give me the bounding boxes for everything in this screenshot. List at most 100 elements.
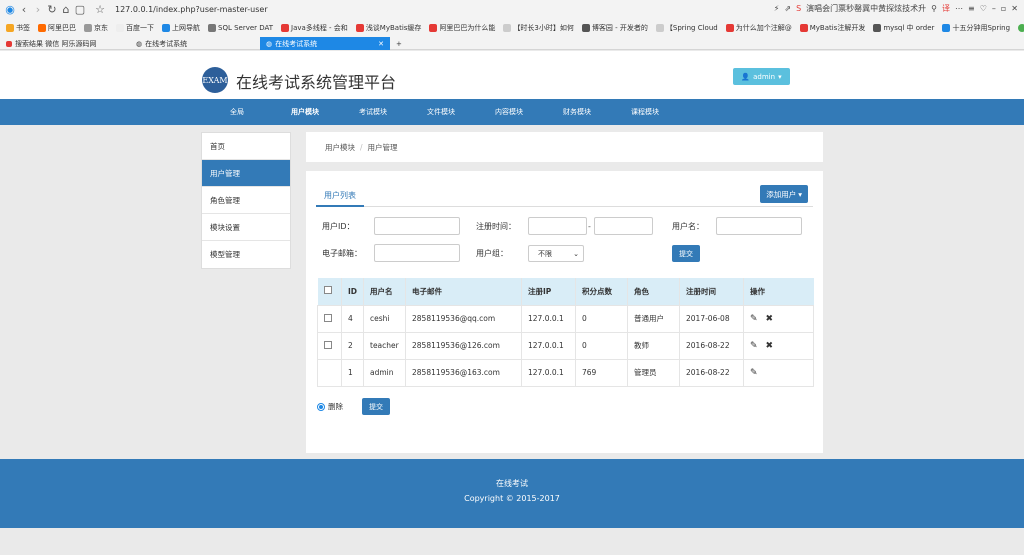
cell-actions: ✎ [743,358,814,387]
col-points: 积分点数 [575,278,628,305]
edit-icon[interactable]: ✎ [750,341,758,351]
table-row: 4 ceshi 2858119536@qq.com 127.0.0.1 0 普通… [317,304,814,333]
browser-logo-icon: ◉ [5,3,15,16]
bookmark-item[interactable]: MyBatis注解开发 [799,23,865,33]
bookmark-item[interactable]: 京东 [84,23,108,33]
tab-strip: 搜索结果 微信 阿乐源码网 ◍ 在线考试系统 ◍ 在线考试系统 ✕ + [0,36,1024,50]
nav-global[interactable]: 全局 [203,99,271,125]
url-field[interactable]: 127.0.0.1/index.php?user-master-user [115,5,268,14]
site-icon [725,24,734,32]
lightning-icon[interactable]: ⚡ [774,4,780,13]
close-tab-icon[interactable]: ✕ [378,40,384,48]
site-icon [116,24,124,32]
bookmark-item[interactable]: 浅谈MyBatis缓存 [355,23,421,33]
bookmark-item[interactable]: mysql 中 order [873,23,934,33]
site-icon [38,24,46,32]
close-window-icon[interactable]: ✕ [1011,4,1018,13]
menu-icon[interactable]: ≡ [968,4,975,13]
shield-icon[interactable]: ♡ [980,4,987,13]
bulk-submit-button[interactable]: 提交 [362,398,390,415]
nav-course-module[interactable]: 课程模块 [611,99,679,125]
sidebar-item-home[interactable]: 首页 [202,133,290,160]
delete-radio[interactable]: 删除 [317,401,343,412]
edit-icon[interactable]: ✎ [750,368,758,378]
bookmark-item[interactable]: 十五分钟用Spring [942,23,1010,33]
cell-id: 2 [341,331,364,360]
minimize-icon[interactable]: – [992,4,996,13]
user-group-label: 用户组： [476,249,508,258]
edit-icon[interactable]: ✎ [750,314,758,324]
bookmark-item[interactable]: 阿里巴巴为什么能 [429,23,495,33]
tab-list-icon[interactable]: ▢ [73,3,87,16]
bookmark-item[interactable]: 上网导航 [162,23,200,33]
email-input[interactable] [374,244,460,262]
nav-file-module[interactable]: 文件模块 [407,99,475,125]
search-text[interactable]: 演唱会门票秒罄冀中黄探炫技术升级 [806,3,926,14]
sidebar-item-user-management[interactable]: 用户管理 [202,160,290,187]
back-icon[interactable]: ‹ [17,3,31,16]
share-icon[interactable]: ⇗ [784,4,791,13]
sidebar-item-model-management[interactable]: 模型管理 [202,241,290,268]
reload-icon[interactable]: ↻ [45,3,59,16]
bookmark-item[interactable]: 博客园 - 开发者的 [581,23,648,33]
translate-icon[interactable]: 译 [942,3,950,14]
bookmark-item[interactable]: spri [1018,24,1024,32]
cell-ip: 127.0.0.1 [521,304,576,333]
filter-submit-button[interactable]: 提交 [672,245,700,262]
bookmark-item[interactable]: 为什么加个注解@ [725,23,792,33]
reg-time-start-input[interactable] [528,217,587,235]
nav-user-module[interactable]: 用户模块 [271,99,339,125]
browser-tab-active[interactable]: ◍ 在线考试系统 ✕ [260,37,390,50]
main-nav: 全局 用户模块 考试模块 文件模块 内容模块 财务模块 课程模块 [0,99,1024,125]
cell-date: 2016-08-22 [679,331,744,360]
home-icon[interactable]: ⌂ [59,3,73,16]
reg-time-end-input[interactable] [594,217,653,235]
user-menu-button[interactable]: 👤 admin ▾ [733,68,790,85]
bookmark-star-icon[interactable]: ☆ [93,3,107,16]
row-checkbox[interactable] [324,313,332,322]
nav-exam-module[interactable]: 考试模块 [339,99,407,125]
star-icon [6,24,14,32]
bookmark-item[interactable]: SQL Server DAT [208,24,273,32]
site-icon [162,24,170,32]
cell-username: teacher [363,331,406,360]
delete-icon[interactable]: ✖ [766,341,774,351]
col-email: 电子邮件 [405,278,522,305]
cell-username: ceshi [363,304,406,333]
cell-actions: ✎ ✖ [743,331,814,360]
search-icon[interactable]: ⚲ [931,4,937,13]
bookmarks-bar: 书签 阿里巴巴 京东 百度一下 上网导航 SQL Server DAT Java… [0,20,1024,36]
bookmark-item[interactable]: 【Spring Cloud [655,23,718,33]
cell-points: 0 [575,304,628,333]
delete-icon[interactable]: ✖ [766,314,774,324]
cell-ip: 127.0.0.1 [521,331,576,360]
bookmark-item[interactable]: Java多线程 - 会和 [281,23,348,33]
sidebar-item-module-settings[interactable]: 模块设置 [202,214,290,241]
breadcrumb-parent[interactable]: 用户模块 [325,142,355,153]
menu-dots-icon[interactable]: ⋯ [955,4,963,13]
footer-copyright: Copyright © 2015-2017 [464,494,560,503]
select-all-checkbox[interactable] [323,286,332,295]
site-icon [503,24,512,32]
user-group-select[interactable]: 不限 ⌄ [528,245,584,262]
nav-finance-module[interactable]: 财务模块 [543,99,611,125]
browser-chrome: ◉ ‹ › ↻ ⌂ ▢ ☆ 127.0.0.1/index.php?user-m… [0,0,1024,50]
new-tab-button[interactable]: + [390,37,410,50]
bookmark-item[interactable]: 百度一下 [116,23,154,33]
bookmark-item[interactable]: 【时长3小时】如何 [503,23,574,33]
nav-content-module[interactable]: 内容模块 [475,99,543,125]
forward-icon[interactable]: › [31,3,45,16]
bookmark-item[interactable]: 阿里巴巴 [38,23,76,33]
restore-icon[interactable]: ▫ [1001,4,1006,13]
browser-tab[interactable]: 搜索结果 微信 阿乐源码网 [0,37,130,50]
user-id-input[interactable] [374,217,460,235]
add-user-button[interactable]: 添加用户 ▾ [760,185,808,203]
sidebar-item-role-management[interactable]: 角色管理 [202,187,290,214]
bookmark-item[interactable]: 书签 [6,23,30,33]
username-input[interactable] [716,217,802,235]
row-checkbox[interactable] [324,340,332,349]
search-engine-icon[interactable]: S [796,4,801,13]
browser-tab[interactable]: ◍ 在线考试系统 [130,37,260,50]
row-select-cell [317,304,342,333]
tab-user-list[interactable]: 用户列表 [316,185,364,207]
